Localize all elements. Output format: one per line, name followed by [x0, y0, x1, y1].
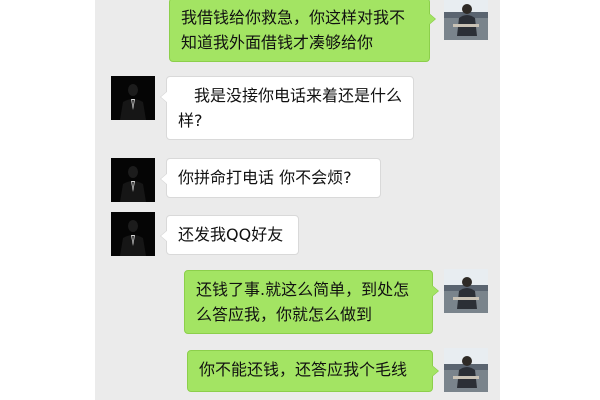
message-bubble-outgoing[interactable]: 你不能还钱，还答应我个毛线 [187, 350, 439, 392]
message-bubble-incoming[interactable]: 还发我QQ好友 [160, 215, 299, 255]
user-photo-avatar-icon[interactable] [444, 0, 488, 40]
dark-suit-avatar-icon[interactable] [111, 212, 155, 256]
message-row-incoming: 我是没接你电话来着还是什么样? [95, 72, 500, 144]
message-row-outgoing: 你不能还钱，还答应我个毛线 [95, 344, 500, 400]
message-row-incoming: 还发我QQ好友 [95, 210, 500, 260]
dark-suit-avatar-graphic [111, 158, 155, 202]
message-bubble-outgoing[interactable]: 我借钱给你救急，你这样对我不知道我外面借钱才凑够给你 [169, 0, 436, 62]
dark-suit-avatar-graphic [111, 76, 155, 120]
message-row-outgoing: 我借钱给你救急，你这样对我不知道我外面借钱才凑够给你 [95, 0, 500, 68]
message-bubble-outgoing[interactable]: 还钱了事.就这么简单，到处怎么答应我，你就怎么做到 [184, 270, 439, 334]
message-row-outgoing: 还钱了事.就这么简单，到处怎么答应我，你就怎么做到 [95, 266, 500, 338]
message-row-incoming: 你拼命打电话 你不会烦? [95, 156, 500, 206]
dark-suit-avatar-graphic [111, 212, 155, 256]
message-bubble-incoming[interactable]: 我是没接你电话来着还是什么样? [160, 76, 414, 140]
message-text: 还发我QQ好友 [178, 225, 284, 244]
user-photo-avatar-icon[interactable] [444, 269, 488, 313]
message-text: 我是没接你电话来着还是什么样? [178, 86, 403, 130]
user-photo-avatar-graphic [444, 269, 488, 313]
message-bubble-incoming[interactable]: 你拼命打电话 你不会烦? [160, 158, 381, 198]
dark-suit-avatar-icon[interactable] [111, 76, 155, 120]
user-photo-avatar-icon[interactable] [444, 348, 488, 392]
message-text: 还钱了事.就这么简单，到处怎么答应我，你就怎么做到 [196, 280, 410, 324]
message-text: 你不能还钱，还答应我个毛线 [199, 360, 408, 379]
chat-window: 我借钱给你救急，你这样对我不知道我外面借钱才凑够给你 我是没接你电话来着还是什么… [95, 0, 500, 400]
user-photo-avatar-graphic [444, 348, 488, 392]
user-photo-avatar-graphic [444, 0, 488, 40]
message-text: 你拼命打电话 你不会烦? [178, 168, 352, 187]
dark-suit-avatar-icon[interactable] [111, 158, 155, 202]
message-text: 我借钱给你救急，你这样对我不知道我外面借钱才凑够给你 [181, 8, 406, 52]
